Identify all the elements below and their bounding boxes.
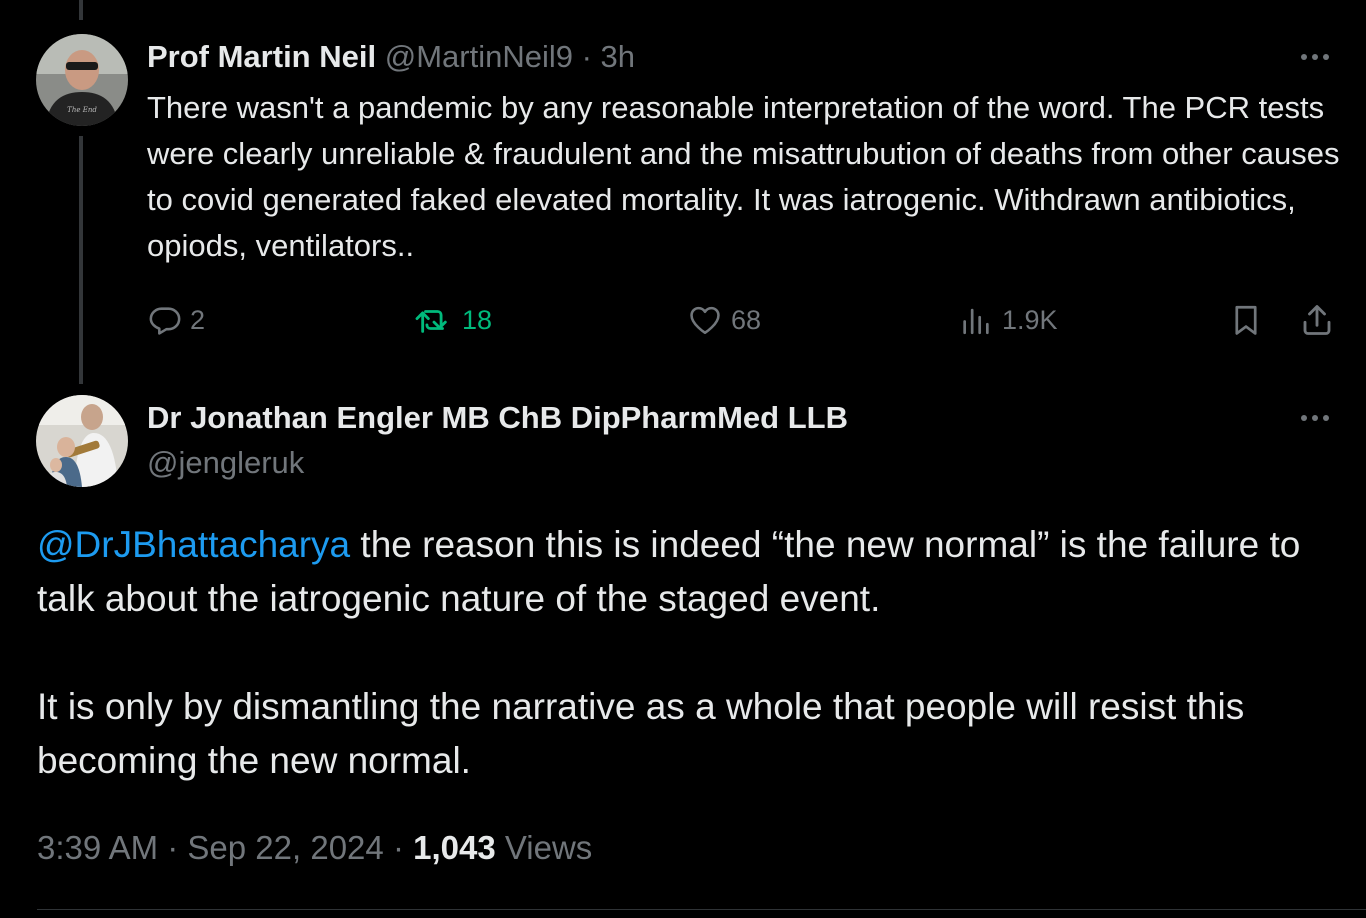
views-total: 1,043: [413, 829, 496, 866]
reply-timestamp[interactable]: 3h: [601, 39, 635, 74]
main-paragraph-2: It is only by dismantling the narrative …: [37, 686, 1245, 781]
like-icon: [690, 306, 720, 335]
bookmark-icon: [1235, 305, 1257, 335]
thread-line-top: [79, 0, 83, 20]
like-count: 68: [731, 304, 762, 335]
more-icon: [1301, 415, 1329, 421]
mention-link[interactable]: @DrJBhattacharya: [37, 524, 350, 565]
tweet-date[interactable]: Sep 22, 2024: [187, 829, 383, 866]
share-button[interactable]: [1299, 298, 1335, 342]
reply-handle[interactable]: @MartinNeil9: [385, 39, 573, 74]
reply-author-row: Prof Martin Neil @MartinNeil9 · 3h: [147, 37, 635, 77]
avatar-martin-neil[interactable]: The End: [36, 34, 128, 126]
main-author-row: Dr Jonathan Engler MB ChB DipPharmMed LL…: [147, 398, 848, 438]
repost-icon: [415, 310, 447, 333]
meta-separator: ·: [392, 829, 404, 866]
main-tweet-text: @DrJBhattacharya the reason this is inde…: [37, 518, 1337, 788]
reply-display-name[interactable]: Prof Martin Neil: [147, 39, 376, 74]
meta-separator: ·: [167, 829, 179, 866]
reply-tweet-text: There wasn't a pandemic by any reasonabl…: [147, 90, 1340, 263]
repost-count: 18: [462, 304, 493, 335]
bookmark-button[interactable]: [1229, 298, 1263, 342]
reply-button[interactable]: 2: [148, 298, 205, 342]
repost-button[interactable]: 18: [414, 298, 492, 342]
thread-line: [79, 136, 83, 384]
reply-icon: [149, 307, 181, 335]
like-button[interactable]: 68: [687, 298, 761, 342]
main-display-name[interactable]: Dr Jonathan Engler MB ChB DipPharmMed LL…: [147, 400, 848, 435]
views-label: Views: [504, 829, 593, 866]
reply-separator: ·: [581, 39, 592, 74]
more-icon: [1301, 54, 1329, 60]
main-more-button[interactable]: [1294, 408, 1338, 428]
tweet-time[interactable]: 3:39 AM: [37, 829, 158, 866]
reply-action-bar: 2 18 68 1.9K: [140, 298, 1350, 342]
views-icon: [963, 308, 989, 335]
svg-text:The End: The End: [67, 106, 97, 114]
views-button[interactable]: 1.9K: [958, 298, 1058, 342]
reply-count: 2: [190, 304, 206, 335]
main-paragraph-1: @DrJBhattacharya the reason this is inde…: [37, 518, 1337, 626]
share-icon: [1303, 305, 1331, 335]
avatar-photo: The End: [36, 34, 128, 126]
views-count: 1.9K: [1002, 304, 1058, 335]
avatar-photo: [36, 395, 128, 487]
reply-more-button[interactable]: [1294, 47, 1338, 67]
avatar-jonathan-engler[interactable]: [36, 395, 128, 487]
tweet-meta: 3:39 AM · Sep 22, 2024 · 1,043 Views: [37, 826, 592, 870]
main-handle[interactable]: @jengleruk: [147, 443, 304, 483]
divider: [37, 909, 1366, 910]
